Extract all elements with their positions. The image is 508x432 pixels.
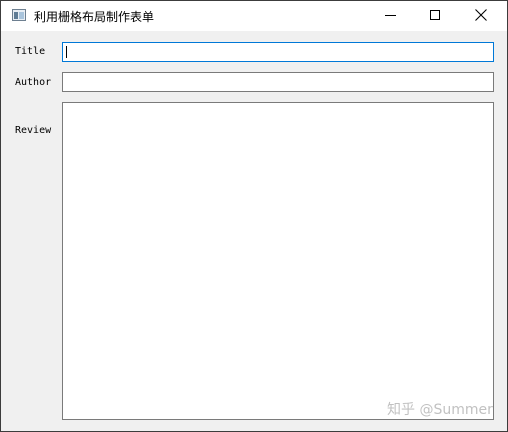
window-title: 利用栅格布局制作表单 <box>34 10 155 24</box>
close-icon <box>475 9 487 21</box>
title-label: Title <box>15 46 46 57</box>
title-input[interactable] <box>62 42 494 62</box>
author-input[interactable] <box>62 72 494 92</box>
text-caret <box>66 46 67 58</box>
maximize-button[interactable] <box>413 1 458 31</box>
title-bar[interactable]: 利用栅格布局制作表单 <box>1 1 507 31</box>
close-button[interactable] <box>458 1 503 31</box>
review-label: Review <box>15 125 52 136</box>
minimize-icon <box>385 15 396 16</box>
app-icon[interactable] <box>12 9 26 21</box>
review-textarea[interactable] <box>62 102 494 420</box>
app-window: 利用栅格布局制作表单 Title Author Review 知乎 @Summe… <box>0 0 508 432</box>
minimize-button[interactable] <box>368 1 413 31</box>
watermark-text: 知乎 @Summer <box>387 402 493 418</box>
maximize-icon <box>430 10 440 20</box>
author-label: Author <box>15 77 52 88</box>
